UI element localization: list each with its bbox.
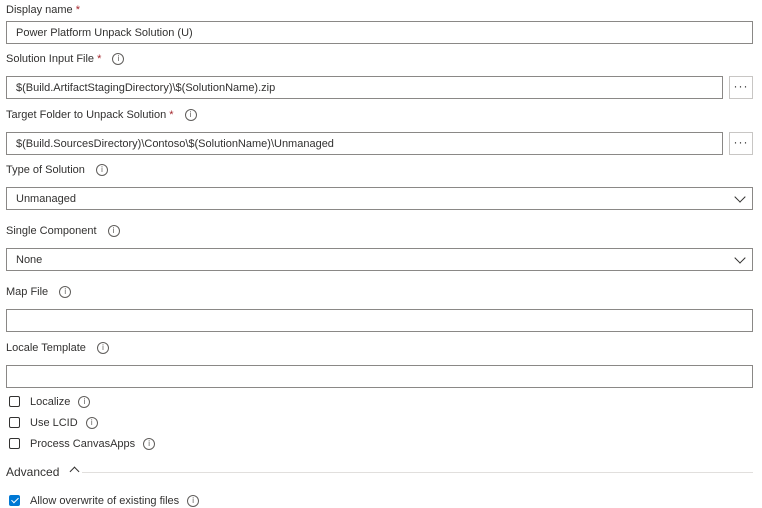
- target-folder-input[interactable]: $(Build.SourcesDirectory)\Contoso\$(Solu…: [6, 132, 723, 155]
- advanced-section-label: Advanced: [6, 465, 60, 479]
- info-icon[interactable]: i: [184, 109, 197, 122]
- info-icon[interactable]: i: [112, 53, 125, 66]
- info-icon[interactable]: i: [78, 395, 91, 408]
- locale-template-label-text: Locale Template: [6, 342, 86, 354]
- process-canvasapps-checkbox[interactable]: [9, 438, 20, 449]
- info-icon[interactable]: i: [85, 416, 98, 429]
- type-of-solution-value: Unmanaged: [16, 193, 76, 205]
- process-canvasapps-option[interactable]: Process CanvasApps i: [9, 437, 156, 450]
- chevron-down-icon: [734, 252, 746, 264]
- locale-template-input[interactable]: [6, 365, 753, 388]
- solution-input-file-label: Solution Input File * i: [6, 53, 125, 66]
- single-component-label: Single Component i: [6, 225, 120, 238]
- allow-overwrite-option[interactable]: Allow overwrite of existing files i: [9, 494, 200, 507]
- single-component-dropdown[interactable]: None: [6, 248, 753, 271]
- use-lcid-option[interactable]: Use LCID i: [9, 416, 98, 429]
- display-name-label: Display name *: [6, 4, 80, 16]
- solution-input-file-label-text: Solution Input File: [6, 53, 95, 65]
- required-asterisk: *: [75, 4, 80, 16]
- display-name-input[interactable]: Power Platform Unpack Solution (U): [6, 21, 753, 44]
- localize-option[interactable]: Localize i: [9, 395, 91, 408]
- type-of-solution-dropdown[interactable]: Unmanaged: [6, 187, 753, 210]
- locale-template-label: Locale Template i: [6, 342, 109, 355]
- advanced-section-toggle[interactable]: Advanced: [6, 465, 80, 479]
- localize-label: Localize: [30, 395, 71, 408]
- chevron-down-icon: [734, 191, 746, 203]
- use-lcid-label: Use LCID: [30, 416, 78, 429]
- info-icon[interactable]: i: [107, 225, 120, 238]
- target-folder-label-text: Target Folder to Unpack Solution: [6, 109, 167, 121]
- map-file-input[interactable]: [6, 309, 753, 332]
- allow-overwrite-checkbox[interactable]: [9, 495, 20, 506]
- localize-checkbox[interactable]: [9, 396, 20, 407]
- target-folder-label: Target Folder to Unpack Solution * i: [6, 109, 197, 122]
- required-asterisk: *: [97, 53, 102, 65]
- type-of-solution-label: Type of Solution i: [6, 164, 108, 177]
- display-name-label-text: Display name: [6, 4, 73, 16]
- solution-input-file-input[interactable]: $(Build.ArtifactStagingDirectory)\$(Solu…: [6, 76, 723, 99]
- map-file-label-text: Map File: [6, 286, 49, 298]
- allow-overwrite-label: Allow overwrite of existing files: [30, 494, 180, 507]
- advanced-divider: [82, 472, 753, 473]
- target-folder-browse-button[interactable]: ···: [729, 132, 753, 155]
- single-component-value: None: [16, 254, 43, 266]
- info-icon[interactable]: i: [95, 164, 108, 177]
- solution-input-file-browse-button[interactable]: ···: [729, 76, 753, 99]
- use-lcid-checkbox[interactable]: [9, 417, 20, 428]
- info-icon[interactable]: i: [143, 437, 156, 450]
- process-canvasapps-label: Process CanvasApps: [30, 437, 136, 450]
- map-file-label: Map File i: [6, 286, 72, 299]
- chevron-up-icon: [69, 466, 80, 477]
- type-of-solution-label-text: Type of Solution: [6, 164, 85, 176]
- info-icon[interactable]: i: [187, 494, 200, 507]
- info-icon[interactable]: i: [59, 286, 72, 299]
- required-asterisk: *: [169, 109, 174, 121]
- info-icon[interactable]: i: [96, 342, 109, 355]
- single-component-label-text: Single Component: [6, 225, 97, 237]
